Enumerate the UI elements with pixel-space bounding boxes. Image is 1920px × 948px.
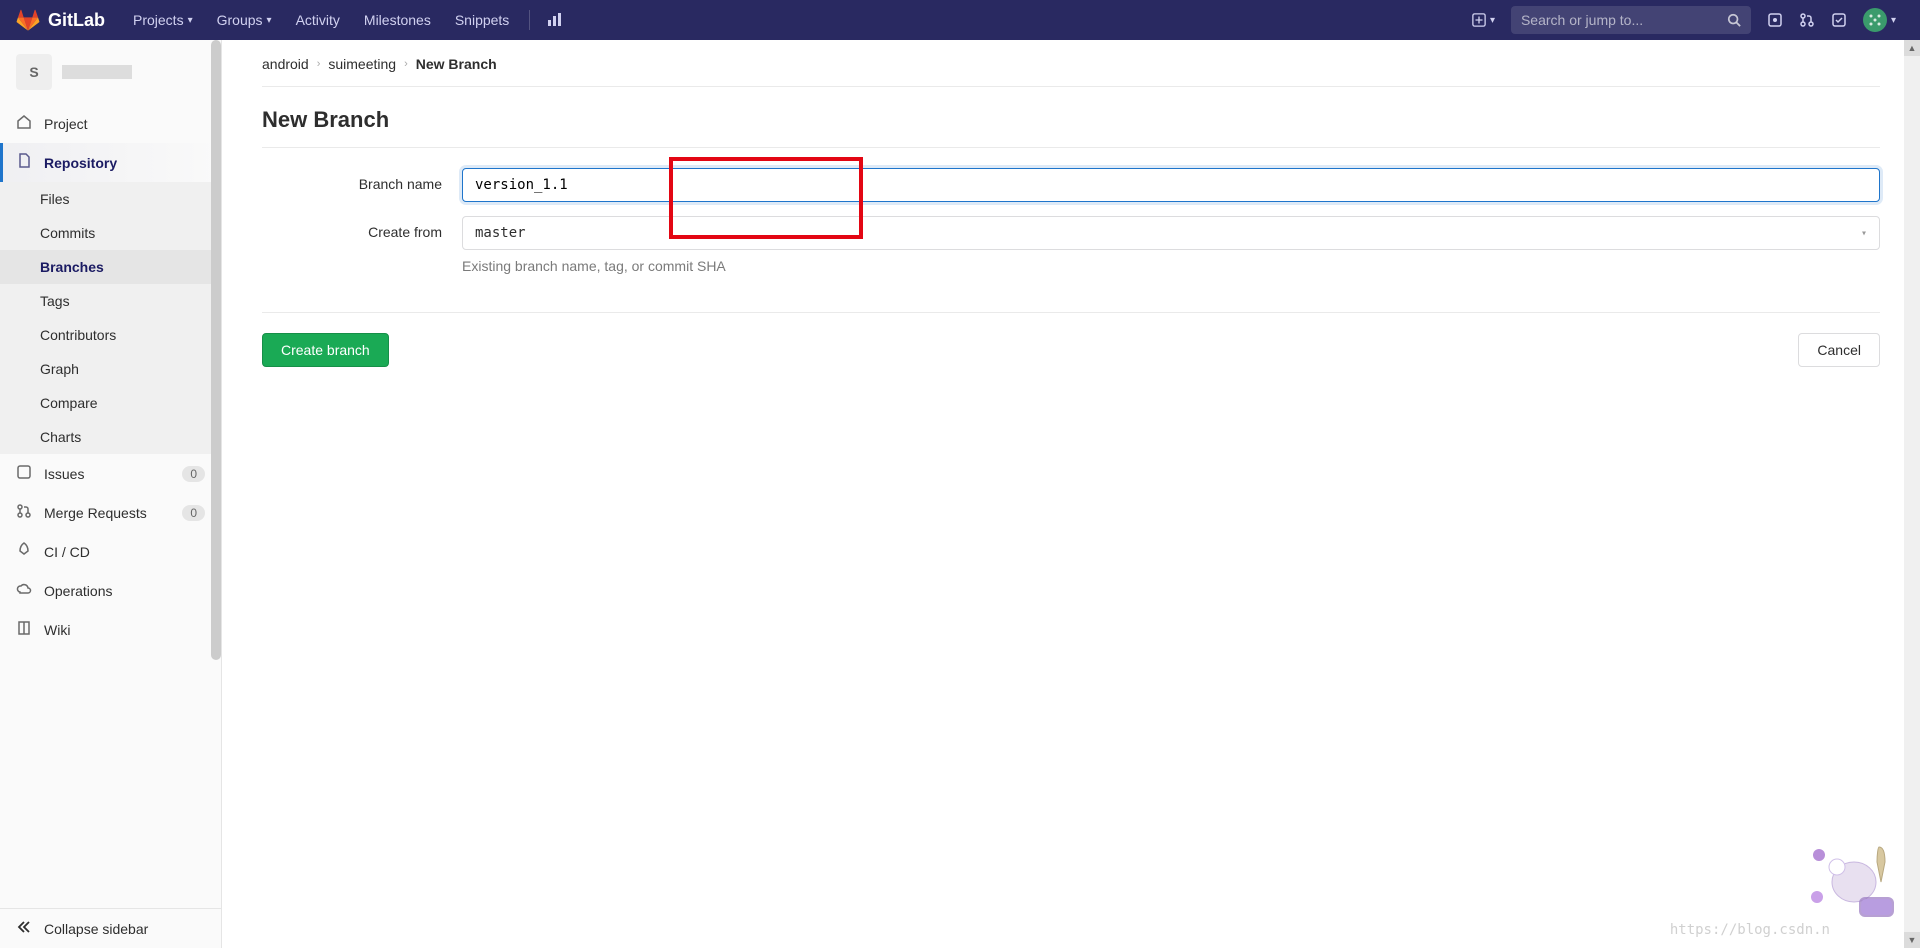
book-icon [16, 620, 32, 639]
chevron-down-icon: ▾ [1861, 228, 1867, 239]
corner-decoration-icon [1809, 837, 1904, 932]
project-name-redacted [62, 65, 132, 79]
sidebar-sub-charts[interactable]: Charts [0, 420, 221, 454]
sidebar-item-project[interactable]: Project [0, 104, 221, 143]
branch-name-input[interactable] [462, 168, 1880, 202]
cancel-button[interactable]: Cancel [1798, 333, 1880, 367]
chevron-right-icon: › [317, 58, 321, 70]
sidebar-item-operations[interactable]: Operations [0, 571, 221, 610]
todos-icon[interactable] [1823, 0, 1855, 40]
sidebar-label: Project [44, 116, 88, 132]
search-input[interactable] [1521, 12, 1727, 28]
home-icon [16, 114, 32, 133]
merge-requests-icon[interactable] [1791, 0, 1823, 40]
chevron-down-icon: ▾ [188, 15, 193, 26]
sidebar-sub-branches[interactable]: Branches [0, 250, 221, 284]
page-scrollbar[interactable]: ▲ ▼ [1904, 40, 1920, 948]
main-content: android › suimeeting › New Branch New Br… [222, 40, 1920, 948]
analytics-icon[interactable] [538, 0, 570, 40]
sidebar-sub-graph[interactable]: Graph [0, 352, 221, 386]
chevron-down-icon: ▾ [1891, 15, 1896, 26]
nav-milestones[interactable]: Milestones [352, 0, 443, 40]
sidebar-label: Issues [44, 466, 84, 482]
nav-snippets[interactable]: Snippets [443, 0, 521, 40]
sidebar-item-wiki[interactable]: Wiki [0, 610, 221, 649]
sidebar-sub-contributors[interactable]: Contributors [0, 318, 221, 352]
page-title: New Branch [262, 107, 1880, 148]
scrollbar-down-button[interactable]: ▼ [1904, 932, 1920, 948]
project-avatar: S [16, 54, 52, 90]
tanuki-icon [16, 8, 40, 32]
create-from-dropdown[interactable]: master ▾ [462, 216, 1880, 250]
breadcrumb-current: New Branch [416, 56, 497, 72]
rocket-icon [16, 542, 32, 561]
breadcrumb: android › suimeeting › New Branch [262, 56, 1880, 87]
sidebar-sub-commits[interactable]: Commits [0, 216, 221, 250]
global-search[interactable] [1511, 6, 1751, 34]
sidebar-label: CI / CD [44, 544, 90, 560]
sidebar-label: Merge Requests [44, 505, 147, 521]
sidebar-scrollbar[interactable] [211, 40, 221, 908]
mr-count-badge: 0 [182, 505, 205, 521]
sidebar-sub-compare[interactable]: Compare [0, 386, 221, 420]
sidebar-label: Repository [44, 155, 117, 171]
create-from-help: Existing branch name, tag, or commit SHA [462, 258, 1880, 274]
sidebar-sub-files[interactable]: Files [0, 182, 221, 216]
user-menu[interactable]: ▾ [1855, 0, 1904, 40]
collapse-label: Collapse sidebar [44, 921, 148, 937]
chevron-double-left-icon [16, 919, 32, 938]
watermark-text: https://blog.csdn.n [1670, 922, 1830, 938]
chevron-right-icon: › [404, 58, 408, 70]
label-create-from: Create from [262, 216, 462, 240]
sidebar-label: Wiki [44, 622, 70, 638]
repository-submenu: Files Commits Branches Tags Contributors… [0, 182, 221, 454]
plus-menu[interactable]: ▾ [1464, 0, 1503, 40]
issues-count-badge: 0 [182, 466, 205, 482]
top-navbar: GitLab Projects ▾ Groups ▾ Activity Mile… [0, 0, 1920, 40]
search-icon [1727, 13, 1741, 27]
issues-icon [16, 464, 32, 483]
issues-icon[interactable] [1759, 0, 1791, 40]
sidebar-item-repository[interactable]: Repository [0, 143, 221, 182]
merge-icon [16, 503, 32, 522]
sidebar-item-merge-requests[interactable]: Merge Requests 0 [0, 493, 221, 532]
collapse-sidebar-button[interactable]: Collapse sidebar [0, 908, 221, 948]
breadcrumb-link-group[interactable]: android [262, 56, 309, 72]
project-sidebar: S Project Repository Files Commits Branc… [0, 40, 222, 948]
scrollbar-up-button[interactable]: ▲ [1904, 40, 1920, 56]
cloud-icon [16, 581, 32, 600]
create-from-value: master [475, 225, 526, 241]
sidebar-item-issues[interactable]: Issues 0 [0, 454, 221, 493]
nav-projects[interactable]: Projects ▾ [121, 0, 205, 40]
user-avatar [1863, 8, 1887, 32]
chevron-down-icon: ▾ [267, 15, 272, 26]
sidebar-item-cicd[interactable]: CI / CD [0, 532, 221, 571]
nav-groups[interactable]: Groups ▾ [205, 0, 284, 40]
breadcrumb-link-project[interactable]: suimeeting [328, 56, 396, 72]
gitlab-logo[interactable]: GitLab [16, 8, 105, 32]
nav-activity[interactable]: Activity [284, 0, 352, 40]
chevron-down-icon: ▾ [1490, 15, 1495, 26]
doc-icon [16, 153, 32, 172]
create-branch-button[interactable]: Create branch [262, 333, 389, 367]
brand-text: GitLab [48, 10, 105, 31]
sidebar-sub-tags[interactable]: Tags [0, 284, 221, 318]
sidebar-scrollbar-thumb[interactable] [211, 40, 221, 660]
sidebar-label: Operations [44, 583, 112, 599]
nav-divider [529, 10, 530, 30]
label-branch-name: Branch name [262, 168, 462, 192]
sidebar-project-header[interactable]: S [0, 40, 221, 104]
